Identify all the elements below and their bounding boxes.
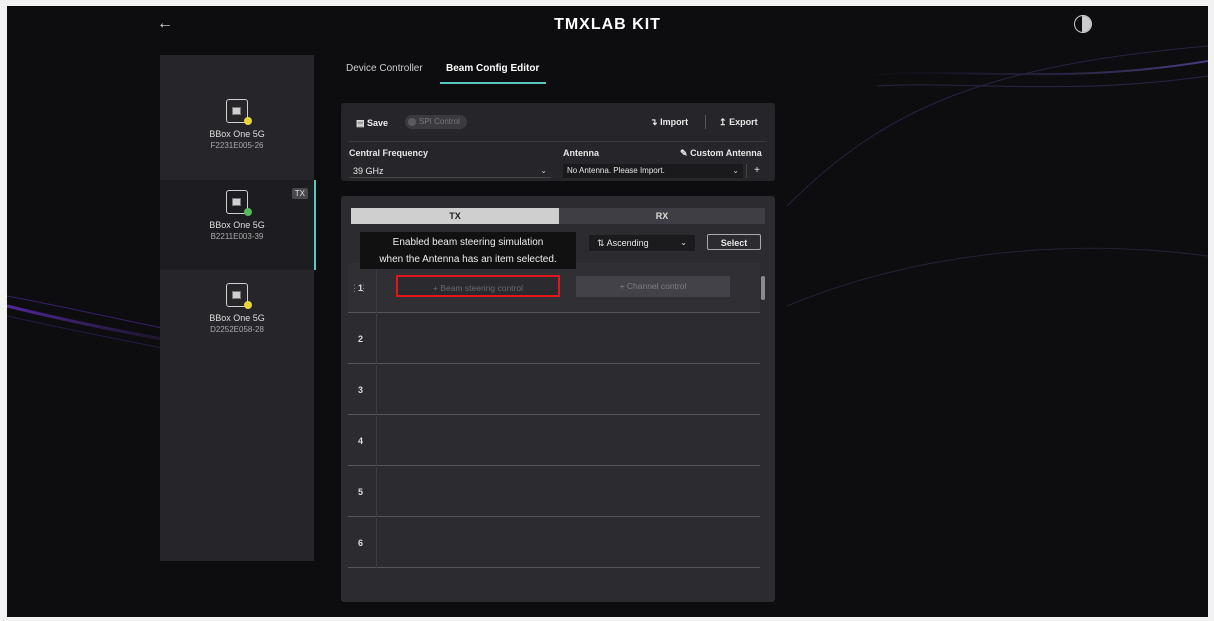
row-index: 3 — [348, 365, 377, 415]
edit-icon: ✎ — [680, 148, 688, 158]
device-serial: B2211E003-39 — [210, 232, 264, 241]
antenna-select[interactable]: No Antenna. Please Import. ⌄ — [563, 164, 743, 178]
device-name: BBox One 5G — [209, 129, 265, 139]
custom-antenna-button[interactable]: ✎ Custom Antenna — [680, 148, 762, 159]
beam-list: ⋮⋮ 1 + Beam steering control + Channel c… — [348, 263, 760, 568]
frequency-select[interactable]: 39 GHz ⌄ — [349, 164, 551, 178]
chevron-down-icon: ⌄ — [732, 166, 739, 175]
device-sidebar: BBox One 5G F2231E005-26 TX BBox One 5G … — [160, 55, 316, 561]
status-dot — [244, 117, 252, 125]
device-name: BBox One 5G — [209, 313, 265, 323]
device-serial: F2231E005-26 — [210, 141, 264, 150]
brand-logo: TMXLAB KIT — [554, 16, 661, 33]
device-name: BBox One 5G — [209, 220, 265, 230]
antenna-label: Antenna — [563, 148, 599, 158]
device-icon — [226, 190, 252, 216]
export-icon: ↥ — [719, 117, 727, 127]
import-icon: ↴ — [650, 117, 658, 127]
chevron-down-icon: ⌄ — [680, 238, 687, 247]
device-icon — [226, 99, 252, 125]
tx-badge: TX — [291, 188, 308, 199]
status-dot — [244, 208, 252, 216]
channel-control-button[interactable]: + Channel control — [576, 276, 730, 297]
scrollbar[interactable] — [761, 276, 765, 300]
chevron-down-icon: ⌄ — [540, 166, 547, 175]
tab-rx[interactable]: RX — [559, 208, 765, 224]
table-row: 3 — [348, 365, 760, 415]
export-button[interactable]: ↥ Export — [719, 117, 758, 128]
half-circle-icon[interactable] — [1074, 15, 1092, 33]
save-button[interactable]: ▤ Save — [356, 118, 388, 129]
sort-icon: ⇅ — [597, 238, 605, 248]
select-button[interactable]: Select — [707, 234, 761, 250]
top-bar: ← TMXLAB KIT — [7, 6, 1208, 46]
row-index: 4 — [348, 416, 377, 466]
device-item[interactable]: BBox One 5G F2231E005-26 — [160, 89, 314, 179]
device-serial: D2252E058-28 — [210, 325, 264, 334]
central-frequency-label: Central Frequency — [349, 148, 429, 158]
row-index: 1 — [348, 263, 377, 313]
table-row: 2 — [348, 314, 760, 364]
tab-beam-config-editor[interactable]: Beam Config Editor — [446, 63, 539, 74]
row-index: 2 — [348, 314, 377, 364]
table-row: 5 — [348, 467, 760, 517]
tooltip: Enabled beam steering simulation when th… — [360, 232, 576, 269]
table-row: 6 — [348, 518, 760, 568]
tab-underline — [440, 82, 546, 84]
tab-tx[interactable]: TX — [351, 208, 559, 224]
config-panel: ▤ Save SPI Control ↴ Import ↥ Export Cen… — [341, 103, 775, 181]
table-row: 4 — [348, 416, 760, 466]
import-button[interactable]: ↴ Import — [650, 117, 688, 128]
beam-steering-control-button[interactable]: + Beam steering control — [396, 275, 560, 297]
device-item[interactable]: TX BBox One 5G B2211E003-39 — [160, 180, 316, 270]
divider — [349, 141, 767, 142]
device-item[interactable]: BBox One 5G D2252E058-28 — [160, 273, 314, 363]
save-icon: ▤ — [356, 118, 365, 128]
add-antenna-button[interactable]: + — [746, 164, 767, 178]
row-index: 5 — [348, 467, 377, 517]
active-indicator — [314, 180, 316, 270]
spi-control-toggle[interactable]: SPI Control — [405, 115, 467, 129]
tab-device-controller[interactable]: Device Controller — [346, 63, 423, 74]
device-icon — [226, 283, 252, 309]
status-dot — [244, 301, 252, 309]
table-row: ⋮⋮ 1 + Beam steering control + Channel c… — [348, 263, 760, 313]
row-index: 6 — [348, 518, 377, 568]
divider — [705, 115, 706, 129]
sort-select[interactable]: ⇅ Ascending ⌄ — [589, 235, 695, 251]
